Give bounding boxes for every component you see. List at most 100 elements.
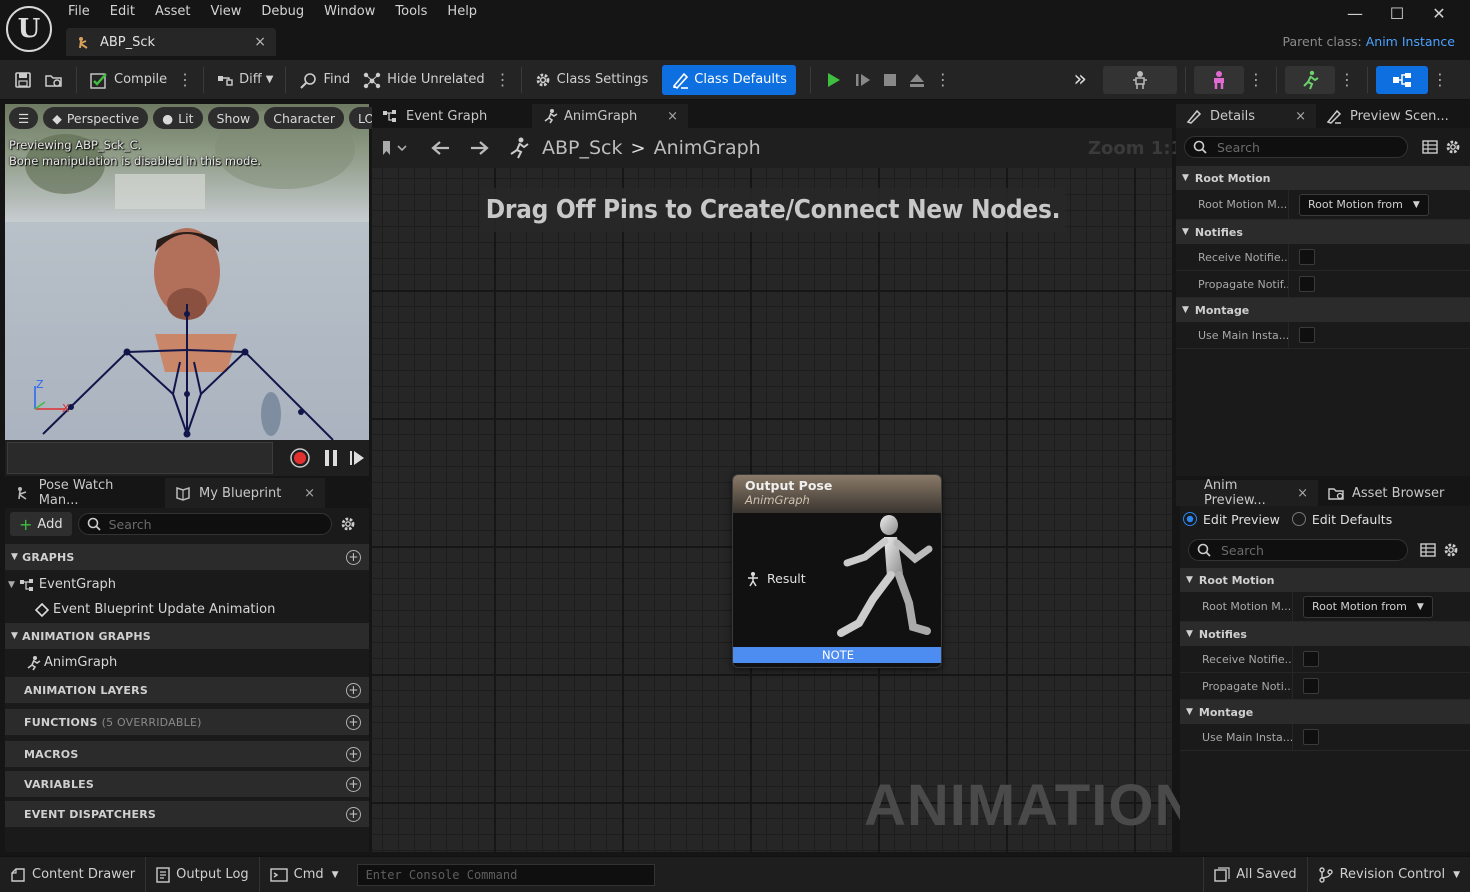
find-options-icon[interactable]: ⋮ [491,70,515,89]
node-note-bar[interactable]: NOTE [733,647,941,663]
tab-anim-preview[interactable]: Anim Preview... × [1176,478,1318,508]
add-layer-icon[interactable]: + [346,682,361,698]
category-animation-layers[interactable]: ANIMATION LAYERS + [5,677,369,703]
parent-class-link[interactable]: Anim Instance [1366,34,1455,49]
edit-preview-radio[interactable] [1183,512,1197,526]
output-log-button[interactable]: Output Log [146,857,259,892]
hide-unrelated-button[interactable]: Hide Unrelated [356,65,491,95]
menu-debug[interactable]: Debug [251,0,314,24]
blueprint-options-icon[interactable]: ⋮ [1428,70,1452,89]
tab-my-blueprint[interactable]: My Blueprint × [165,478,325,508]
timeline-scrubber[interactable] [7,442,273,474]
details-search[interactable]: Search [1184,136,1409,158]
skeleton-mode-button[interactable] [1103,65,1177,94]
play-options-icon[interactable]: ⋮ [931,70,955,89]
back-arrow-icon[interactable] [430,138,452,158]
table-view-icon[interactable] [1422,139,1438,155]
diff-button[interactable]: Diff ▼ [210,65,279,95]
animation-options-icon[interactable]: ⋮ [1335,70,1359,89]
category-animation-graphs[interactable]: ▼ ANIMATION GRAPHS [5,623,369,649]
add-function-icon[interactable]: + [346,714,361,730]
add-dispatcher-icon[interactable]: + [346,806,361,822]
save-button[interactable] [8,65,38,95]
close-window-button[interactable]: ✕ [1418,4,1460,23]
viewport-options-button[interactable]: ☰ [9,107,39,129]
list-item-animgraph[interactable]: AnimGraph [5,650,369,675]
receive-notifies-checkbox[interactable] [1303,651,1319,667]
list-item-event-update[interactable]: Event Blueprint Update Animation [5,597,369,622]
eject-button[interactable] [903,65,931,95]
animation-mode-button[interactable] [1285,65,1335,94]
forward-arrow-icon[interactable] [468,138,490,158]
menu-view[interactable]: View [201,0,252,24]
toolbar-overflow-icon[interactable]: » [1074,67,1087,92]
menu-asset[interactable]: Asset [145,0,201,24]
cmd-button[interactable]: Cmd ▼ [260,857,349,892]
asset-tab-close-icon[interactable]: × [254,34,266,50]
character-button[interactable]: Character [264,107,344,129]
receive-notifies-checkbox[interactable] [1299,249,1315,265]
my-blueprint-search[interactable]: Search [77,513,332,535]
record-icon[interactable] [289,447,311,469]
preview-section-montage[interactable]: ▼ Montage [1180,700,1470,724]
list-item-eventgraph[interactable]: ▼ EventGraph [5,572,369,597]
category-graphs[interactable]: ▼ GRAPHS + [5,544,369,570]
tab-close-icon[interactable]: × [1277,109,1306,124]
propagate-notifies-checkbox[interactable] [1299,276,1315,292]
play-button[interactable] [817,65,849,95]
unreal-logo-icon[interactable]: U [6,6,52,52]
tab-asset-browser[interactable]: Asset Browser [1318,480,1468,506]
details-section-montage[interactable]: ▼ Montage [1176,298,1470,322]
use-main-instance-checkbox[interactable] [1299,327,1315,343]
category-variables[interactable]: VARIABLES + [5,771,369,797]
table-view-icon[interactable] [1420,542,1436,558]
preview-section-root-motion[interactable]: ▼ Root Motion [1180,568,1470,592]
pose-pin-icon[interactable] [745,571,761,587]
output-pose-node[interactable]: Output Pose AnimGraph Result NOTE [732,474,942,668]
tab-animgraph[interactable]: AnimGraph × [532,104,688,128]
stop-button[interactable] [877,65,903,95]
add-graph-icon[interactable]: + [346,549,361,565]
revision-control-button[interactable]: Revision Control ▼ [1308,857,1470,892]
category-macros[interactable]: MACROS + [5,741,369,767]
lit-button[interactable]: ● Lit [153,107,203,129]
bookmark-icon[interactable] [380,138,408,158]
console-input[interactable]: Enter Console Command [356,863,655,886]
gear-icon[interactable] [339,515,357,533]
tab-close-icon[interactable]: × [649,109,678,124]
maximize-button[interactable]: ☐ [1376,4,1418,23]
all-saved-button[interactable]: All Saved [1204,857,1306,892]
category-functions[interactable]: FUNCTIONS (5 OVERRIDABLE) + [5,709,369,735]
minimize-button[interactable]: — [1334,4,1376,23]
menu-help[interactable]: Help [437,0,487,24]
root-motion-dropdown[interactable]: Root Motion from ▼ [1303,595,1433,618]
browse-button[interactable] [38,65,70,95]
category-event-dispatchers[interactable]: EVENT DISPATCHERS + [5,801,369,827]
details-section-notifies[interactable]: ▼ Notifies [1176,220,1470,244]
gear-icon[interactable] [1444,138,1462,156]
tab-pose-watch[interactable]: Pose Watch Man... [5,478,165,508]
mesh-options-icon[interactable]: ⋮ [1244,70,1268,89]
compile-button[interactable]: Compile [83,65,173,95]
tab-preview-scene[interactable]: Preview Scen... [1316,104,1466,128]
use-main-instance-checkbox[interactable] [1303,729,1319,745]
tab-close-icon[interactable]: × [286,486,315,501]
add-macro-icon[interactable]: + [346,746,361,762]
add-variable-icon[interactable]: + [346,776,361,792]
menu-tools[interactable]: Tools [385,0,437,24]
step-button[interactable] [849,65,877,95]
tab-close-icon[interactable]: × [1293,486,1308,501]
tab-event-graph[interactable]: Event Graph [372,104,532,128]
root-motion-dropdown[interactable]: Root Motion from ▼ [1299,193,1429,216]
edit-defaults-radio[interactable] [1291,512,1306,526]
preview-section-notifies[interactable]: ▼ Notifies [1180,622,1470,646]
find-button[interactable]: Find [292,65,356,95]
gear-icon[interactable] [1442,541,1460,559]
details-section-root-motion[interactable]: ▼ Root Motion [1176,166,1470,190]
step-forward-icon[interactable] [347,448,367,468]
compile-options-icon[interactable]: ⋮ [173,70,197,89]
show-button[interactable]: Show [207,107,260,129]
breadcrumb-root[interactable]: ABP_Sck [542,137,623,159]
perspective-button[interactable]: ◆ Perspective [43,107,149,129]
blueprint-mode-button[interactable] [1376,65,1428,94]
